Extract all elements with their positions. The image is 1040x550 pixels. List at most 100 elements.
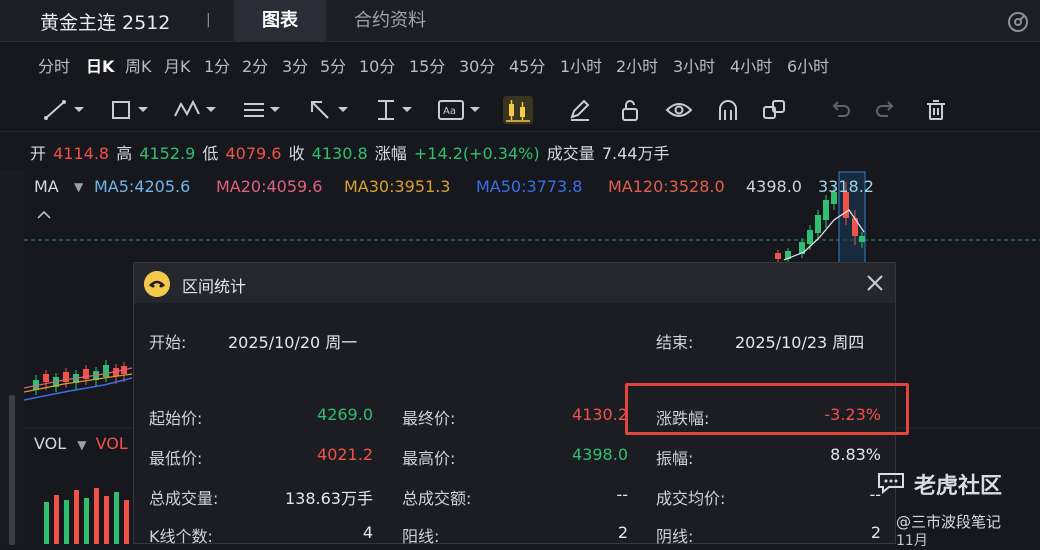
- vol-dropdown-icon[interactable]: ▼: [77, 438, 86, 452]
- ma-label[interactable]: MA: [34, 177, 59, 196]
- title-separator: |: [206, 12, 211, 28]
- period-2h[interactable]: 2小时: [616, 53, 658, 77]
- eye-icon[interactable]: [664, 96, 694, 124]
- watermark-partial-text: 11月: [896, 533, 928, 549]
- quote-bar: 开 4114.8 高 4152.9 低 4079.6 收 4130.8 涨幅 +…: [30, 140, 671, 164]
- period-30min[interactable]: 30分: [459, 53, 495, 77]
- period-daily[interactable]: 日K: [86, 53, 114, 77]
- stat-label-amplitude: 振幅:: [656, 449, 694, 468]
- period-1h[interactable]: 1小时: [560, 53, 602, 77]
- tiger-logo-icon: [144, 271, 170, 297]
- sidebar-scroll-handle[interactable]: [9, 395, 15, 545]
- close-label: 收: [288, 144, 305, 163]
- period-45min[interactable]: 45分: [509, 53, 545, 77]
- period-1min[interactable]: 1分: [204, 53, 230, 77]
- stat-label-high: 最高价:: [402, 449, 456, 468]
- stat-value-high: 4398.0: [572, 445, 628, 464]
- period-6h[interactable]: 6小时: [787, 53, 829, 77]
- stat-value-down-candles: 2: [870, 523, 881, 542]
- ma50-value: MA50:3773.8: [476, 177, 583, 196]
- vol-legend: VOL ▼ VOL: [34, 434, 128, 453]
- measure-tool-icon[interactable]: [372, 96, 418, 124]
- gauge-icon[interactable]: [1006, 9, 1030, 33]
- stat-label-kline-count: K线个数:: [149, 527, 213, 546]
- ma5-value: MA5:4205.6: [94, 177, 191, 196]
- period-3h[interactable]: 3小时: [673, 53, 715, 77]
- period-5min[interactable]: 5分: [320, 53, 346, 77]
- low-value: 4079.6: [225, 144, 282, 163]
- period-weekly[interactable]: 周K: [125, 53, 152, 77]
- ma20-value: MA20:4059.6: [216, 177, 323, 196]
- collapse-caret-icon[interactable]: [37, 210, 51, 219]
- stat-label-end-price: 最终价:: [402, 409, 456, 428]
- dialog-header: 区间统计: [134, 263, 895, 303]
- volume-value: 7.44万手: [601, 144, 670, 163]
- pencil-icon[interactable]: [566, 96, 594, 124]
- overlay-price-label-2: 3318.2: [818, 177, 874, 196]
- stat-label-total-volume: 总成交量:: [149, 489, 219, 508]
- redo-icon[interactable]: [872, 96, 900, 124]
- period-15min[interactable]: 15分: [409, 53, 445, 77]
- stat-value-low: 4021.2: [317, 445, 373, 464]
- link-icon[interactable]: [760, 96, 788, 124]
- period-monthly[interactable]: 月K: [164, 53, 191, 77]
- top-bar: 黄金主连 2512 | 图表 合约资料: [0, 0, 1040, 42]
- pattern-tool-icon[interactable]: [172, 96, 222, 124]
- stat-label-total-turnover: 总成交额:: [402, 489, 472, 508]
- magnet-icon[interactable]: [714, 96, 742, 124]
- stat-label-low: 最低价:: [149, 449, 203, 468]
- lock-icon[interactable]: [616, 96, 644, 124]
- stat-label-down-candles: 阴线:: [656, 527, 694, 546]
- ma-dropdown-icon[interactable]: ▼: [74, 180, 83, 194]
- change-value: +14.2(+0.34%): [413, 144, 540, 163]
- stat-label-up-candles: 阳线:: [402, 527, 440, 546]
- change-label: 涨幅: [374, 144, 407, 163]
- text-tool-icon[interactable]: [240, 96, 286, 124]
- period-10min[interactable]: 10分: [359, 53, 395, 77]
- end-date: 2025/10/23 周四: [735, 333, 865, 352]
- open-label: 开: [30, 144, 47, 163]
- stat-value-amplitude: 8.83%: [830, 445, 881, 464]
- stat-value-kline-count: 4: [362, 523, 373, 542]
- arrow-tool-icon[interactable]: [306, 96, 352, 124]
- stat-value-total-turnover: --: [616, 485, 628, 504]
- end-label: 结束:: [656, 333, 694, 352]
- start-date: 2025/10/20 周一: [228, 333, 358, 352]
- trash-icon[interactable]: [922, 96, 950, 124]
- label-tool-icon[interactable]: Aa: [436, 96, 486, 124]
- stat-value-start-price: 4269.0: [317, 405, 373, 424]
- stat-label-start-price: 起始价:: [149, 409, 203, 428]
- stat-value-up-candles: 2: [617, 523, 628, 542]
- period-2min[interactable]: 2分: [242, 53, 268, 77]
- period-intraday[interactable]: 分时: [38, 53, 70, 77]
- vol-label[interactable]: VOL: [34, 434, 66, 453]
- instrument-title: 黄金主连 2512: [40, 12, 171, 34]
- drawing-toolbar: Aa: [0, 88, 1040, 132]
- chat-bubble-icon: [878, 473, 904, 494]
- watermark-brand: 老虎社区: [914, 474, 1003, 499]
- ma30-value: MA30:3951.3: [344, 177, 451, 196]
- low-label: 低: [202, 144, 219, 163]
- period-3min[interactable]: 3分: [282, 53, 308, 77]
- undo-icon[interactable]: [826, 96, 854, 124]
- dialog-title: 区间统计: [182, 277, 247, 296]
- high-value: 4152.9: [139, 144, 196, 163]
- stat-value-total-volume: 138.63万手: [285, 489, 373, 508]
- candle-range-tool-icon[interactable]: [503, 96, 533, 124]
- period-4h[interactable]: 4小时: [730, 53, 772, 77]
- close-icon[interactable]: [865, 273, 885, 293]
- watermark-author: @三市波段笔记: [896, 513, 1002, 531]
- svg-text:Aa: Aa: [443, 106, 456, 117]
- line-tool-icon[interactable]: [42, 96, 88, 124]
- tab-chart[interactable]: 图表: [234, 0, 326, 42]
- period-selector: 分时 日K 周K 月K 1分 2分 3分 5分 10分 15分 30分 45分 …: [0, 44, 1040, 84]
- tab-contract-info[interactable]: 合约资料: [348, 0, 432, 42]
- volume-label: 成交量: [546, 144, 595, 163]
- volume-bars: [44, 488, 129, 544]
- left-sidebar: [0, 170, 24, 545]
- overlay-price-label: 4398.0: [746, 177, 802, 196]
- stat-value-end-price: 4130.2: [572, 405, 628, 424]
- change-highlight-box: [625, 383, 909, 435]
- high-label: 高: [116, 144, 133, 163]
- rectangle-tool-icon[interactable]: [108, 96, 154, 124]
